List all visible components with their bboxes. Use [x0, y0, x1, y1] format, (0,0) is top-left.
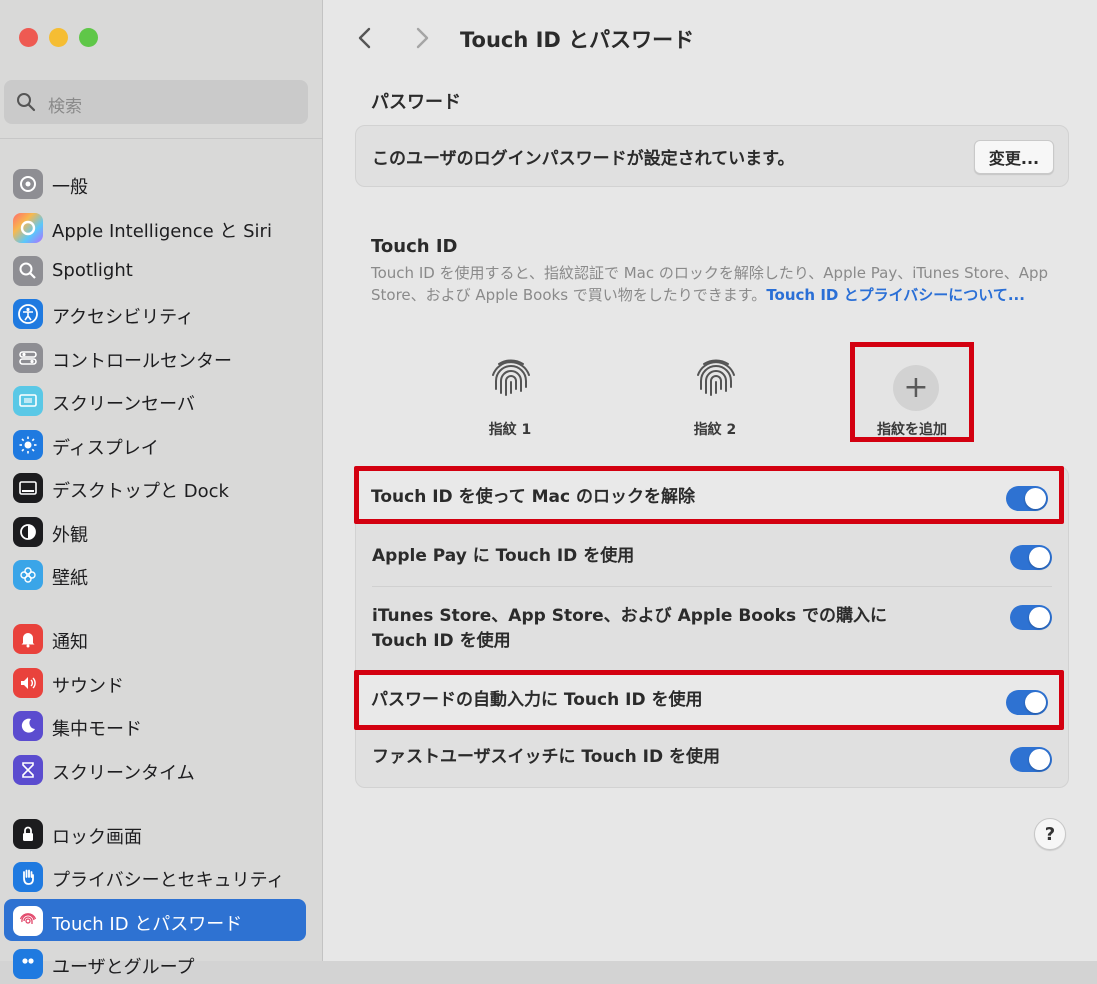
accessibility-icon — [13, 299, 43, 329]
sidebar-divider — [0, 138, 322, 139]
highlight-unlock-mac: Touch ID を使って Mac のロックを解除 — [354, 466, 1064, 524]
apple-pay-toggle[interactable] — [1010, 545, 1052, 570]
display-icon — [13, 430, 43, 460]
zoom-window-button[interactable] — [79, 28, 98, 47]
plus-icon: + — [893, 365, 939, 411]
sidebar-item-touch-id-password[interactable]: Touch ID とパスワード — [4, 899, 306, 941]
unlock-mac-toggle-highlighted[interactable] — [1006, 486, 1048, 511]
fingerprint-icon — [13, 906, 43, 936]
moon-icon — [13, 711, 43, 741]
hourglass-icon — [13, 755, 43, 785]
fingerprint-1-label: 指紋 1 — [488, 422, 532, 438]
sidebar-item-users-groups[interactable]: ユーザとグループ — [4, 942, 306, 984]
touchid-privacy-link[interactable]: Touch ID とプライバシーについて... — [766, 286, 1025, 304]
sidebar-item-sound[interactable]: サウンド — [4, 661, 306, 703]
option-row-apple-pay: Apple Pay に Touch ID を使用 — [356, 527, 1068, 587]
help-button[interactable]: ? — [1034, 818, 1066, 850]
sidebar-item-notifications[interactable]: 通知 — [4, 617, 306, 659]
purchases-toggle[interactable] — [1010, 605, 1052, 630]
option-row-purchases: iTunes Store、App Store、および Apple Books で… — [356, 587, 1068, 673]
touchid-section-title: Touch ID — [371, 236, 458, 257]
sidebar-item-focus[interactable]: 集中モード — [4, 704, 306, 746]
sidebar-item-privacy-security[interactable]: プライバシーとセキュリティ — [4, 855, 306, 897]
wallpaper-icon — [13, 560, 43, 590]
window-controls — [19, 28, 98, 47]
sidebar-item-desktop-dock[interactable]: デスクトップと Dock — [4, 466, 306, 508]
lock-icon — [13, 819, 43, 849]
back-button[interactable] — [351, 22, 379, 54]
sidebar-item-control-center[interactable]: コントロールセンター — [4, 336, 306, 378]
fingerprint-2-label: 指紋 2 — [693, 422, 737, 438]
sidebar-item-general[interactable]: 一般 — [4, 162, 306, 204]
sidebar-item-appearance[interactable]: 外観 — [4, 510, 306, 552]
search-field[interactable]: 検索 — [4, 80, 308, 124]
settings-window: 検索 一般 Apple Intelligence と Siri Spotligh… — [0, 0, 1097, 979]
password-card: このユーザのログインパスワードが設定されています。 変更... — [355, 125, 1069, 187]
fingerprint-icon — [697, 359, 735, 396]
search-placeholder: 検索 — [48, 97, 82, 117]
gear-icon — [13, 169, 43, 199]
fingerprint-2[interactable]: 指紋 2 — [655, 355, 775, 445]
speaker-icon — [13, 668, 43, 698]
sidebar-item-siri[interactable]: Apple Intelligence と Siri — [4, 206, 306, 248]
sidebar-item-wallpaper[interactable]: 壁紙 — [4, 553, 306, 595]
page-title: Touch ID とパスワード — [460, 28, 695, 52]
dock-icon — [13, 473, 43, 503]
forward-button[interactable] — [408, 22, 436, 54]
control-center-icon — [13, 343, 43, 373]
fingerprint-icon — [492, 359, 530, 396]
fingerprint-1[interactable]: 指紋 1 — [450, 355, 570, 445]
spotlight-icon — [13, 256, 43, 286]
password-status-text: このユーザのログインパスワードが設定されています。 — [372, 149, 795, 169]
appearance-icon — [13, 517, 43, 547]
sidebar-item-screen-time[interactable]: スクリーンタイム — [4, 748, 306, 790]
touchid-description: Touch ID を使用すると、指紋認証で Mac のロックを解除したり、App… — [371, 264, 1049, 304]
hand-icon — [13, 862, 43, 892]
search-icon — [17, 93, 36, 112]
bell-icon — [13, 624, 43, 654]
add-fingerprint-label: 指紋を追加 — [877, 422, 947, 438]
fast-user-switch-toggle[interactable] — [1010, 747, 1052, 772]
autofill-toggle-highlighted[interactable] — [1006, 690, 1048, 715]
sidebar-item-spotlight[interactable]: Spotlight — [4, 249, 306, 291]
screensaver-icon — [13, 386, 43, 416]
sidebar-item-screensaver[interactable]: スクリーンセーバ — [4, 379, 306, 421]
change-password-button[interactable]: 変更... — [974, 140, 1054, 174]
highlight-autofill: パスワードの自動入力に Touch ID を使用 — [354, 670, 1064, 730]
password-section-title: パスワード — [371, 92, 461, 113]
sidebar: 検索 一般 Apple Intelligence と Siri Spotligh… — [0, 0, 323, 979]
option-row-fast-user-switch: ファストユーザスイッチに Touch ID を使用 — [356, 729, 1068, 787]
sidebar-item-accessibility[interactable]: アクセシビリティ — [4, 292, 306, 334]
main-pane: Touch ID とパスワード パスワード このユーザのログインパスワードが設定… — [323, 0, 1097, 961]
add-fingerprint-button[interactable]: + 指紋を追加 — [850, 342, 974, 442]
minimize-window-button[interactable] — [49, 28, 68, 47]
sidebar-item-display[interactable]: ディスプレイ — [4, 423, 306, 465]
sidebar-item-lock-screen[interactable]: ロック画面 — [4, 812, 306, 854]
close-window-button[interactable] — [19, 28, 38, 47]
users-icon — [13, 949, 43, 979]
siri-icon — [13, 213, 43, 243]
